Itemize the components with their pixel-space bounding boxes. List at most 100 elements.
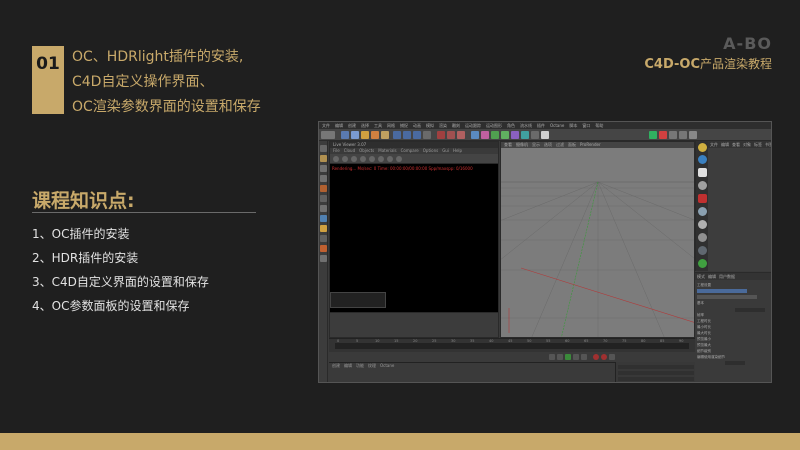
target-light-icon[interactable]: [698, 181, 707, 190]
mat-menu-item[interactable]: 创建: [332, 363, 340, 369]
menu-item[interactable]: 捕捉: [400, 123, 408, 129]
om-menu-item[interactable]: 文件: [710, 141, 718, 148]
menu-item[interactable]: 脚本: [569, 123, 577, 129]
hdri-icon[interactable]: [698, 155, 707, 164]
om-menu-item[interactable]: 编辑: [721, 141, 729, 148]
menu-item[interactable]: 窗口: [582, 123, 590, 129]
settings-icon[interactable]: [369, 156, 375, 162]
menu-item[interactable]: 编辑: [335, 123, 343, 129]
layout-icon[interactable]: [679, 131, 687, 139]
clay-icon[interactable]: [396, 156, 402, 162]
scatter-icon[interactable]: [698, 259, 707, 268]
axis-x-icon[interactable]: [393, 131, 401, 139]
mat-menu-item[interactable]: 纹理: [368, 363, 376, 369]
panel-icon[interactable]: [689, 131, 697, 139]
menu-item[interactable]: 雕刻: [452, 123, 460, 129]
model-mode-icon[interactable]: [320, 145, 327, 152]
sun-icon[interactable]: [698, 143, 707, 152]
next-frame-icon[interactable]: [573, 354, 579, 360]
timeline-track[interactable]: [335, 343, 689, 349]
sphere-icon[interactable]: [698, 220, 707, 229]
points-mode-icon[interactable]: [320, 165, 327, 172]
timeline[interactable]: 0 5 10 15 20 25 30 35 40 45 50 55 60 65 …: [329, 338, 695, 352]
render-view-icon[interactable]: [447, 131, 455, 139]
menu-item[interactable]: Octane: [550, 123, 564, 128]
vdb-icon[interactable]: [698, 246, 707, 255]
cube-icon[interactable]: [471, 131, 479, 139]
axis-mode-icon[interactable]: [320, 195, 327, 202]
select-icon[interactable]: [341, 131, 349, 139]
camera-icon[interactable]: [531, 131, 539, 139]
menu-item[interactable]: 运动图形: [486, 123, 502, 129]
om-menu-item[interactable]: 对象: [743, 141, 751, 148]
mat-menu-item[interactable]: 功能: [356, 363, 364, 369]
menu-item[interactable]: 角色: [507, 123, 515, 129]
lock-icon[interactable]: [320, 235, 327, 242]
add-icon[interactable]: [381, 131, 389, 139]
menu-item[interactable]: 选择: [361, 123, 369, 129]
region-icon[interactable]: [378, 156, 384, 162]
octane-green-icon[interactable]: [649, 131, 657, 139]
menu-item[interactable]: 创建: [348, 123, 356, 129]
om-menu-item[interactable]: 书签: [765, 141, 771, 148]
sculpt-icon[interactable]: [320, 255, 327, 262]
live-viewer-canvas[interactable]: Rendering... Ms/sec: 0 Time: 00:00:00/00…: [330, 164, 498, 314]
subdivision-icon[interactable]: [491, 131, 499, 139]
fog-icon[interactable]: [698, 207, 707, 216]
menu-item[interactable]: 网格: [387, 123, 395, 129]
deformer-icon[interactable]: [511, 131, 519, 139]
go-to-start-icon[interactable]: [549, 354, 555, 360]
axis-y-icon[interactable]: [403, 131, 411, 139]
mat-menu-item[interactable]: 编辑: [344, 363, 352, 369]
mat-menu-item[interactable]: Octane: [380, 363, 394, 369]
menu-item[interactable]: 运动跟踪: [465, 123, 481, 129]
scale-icon[interactable]: [361, 131, 369, 139]
edges-mode-icon[interactable]: [320, 175, 327, 182]
lock-icon[interactable]: [387, 156, 393, 162]
light-icon[interactable]: [541, 131, 549, 139]
tweak-mode-icon[interactable]: [320, 205, 327, 212]
prev-frame-icon[interactable]: [557, 354, 563, 360]
perspective-viewport[interactable]: 查看 摄像机 显示 选项 过滤 面板 ProRender: [500, 141, 695, 338]
attr-field[interactable]: [725, 361, 745, 365]
material-ball-icon[interactable]: [698, 233, 707, 242]
move-icon[interactable]: [351, 131, 359, 139]
menu-item[interactable]: 动画: [413, 123, 421, 129]
autokey-icon[interactable]: [601, 354, 607, 360]
grid-icon[interactable]: [669, 131, 677, 139]
arealight-icon[interactable]: [698, 168, 707, 177]
pen-icon[interactable]: [481, 131, 489, 139]
octane-camera-icon[interactable]: [698, 194, 707, 203]
send-scene-icon[interactable]: [333, 156, 339, 162]
am-tab[interactable]: 模式: [697, 273, 705, 280]
om-menu-item[interactable]: 标签: [754, 141, 762, 148]
menu-item[interactable]: 帮助: [595, 123, 603, 129]
snap-icon[interactable]: [320, 215, 327, 222]
texture-mode-icon[interactable]: [320, 155, 327, 162]
menu-item[interactable]: 插件: [537, 123, 545, 129]
polygons-mode-icon[interactable]: [320, 185, 327, 192]
paint-icon[interactable]: [320, 245, 327, 252]
octane-target-icon[interactable]: [659, 131, 667, 139]
menu-item[interactable]: 流水线: [520, 123, 532, 129]
am-tab[interactable]: 用户数据: [719, 273, 735, 280]
coordinate-icon[interactable]: [423, 131, 431, 139]
menu-item[interactable]: 工具: [374, 123, 382, 129]
scene-icon[interactable]: [521, 131, 529, 139]
menu-item[interactable]: 文件: [322, 123, 330, 129]
attr-tab-row[interactable]: [697, 289, 747, 293]
keyframe-icon[interactable]: [609, 354, 615, 360]
play-icon[interactable]: [565, 354, 571, 360]
undo-icon[interactable]: [321, 131, 335, 139]
menu-item[interactable]: 模拟: [426, 123, 434, 129]
pause-icon[interactable]: [351, 156, 357, 162]
record-icon[interactable]: [593, 354, 599, 360]
restart-icon[interactable]: [342, 156, 348, 162]
render-region-icon[interactable]: [437, 131, 445, 139]
rotate-icon[interactable]: [371, 131, 379, 139]
coord-field-row[interactable]: [618, 371, 694, 375]
om-menu-item[interactable]: 查看: [732, 141, 740, 148]
coord-field-row[interactable]: [618, 377, 694, 381]
go-to-end-icon[interactable]: [581, 354, 587, 360]
workplane-icon[interactable]: [320, 225, 327, 232]
